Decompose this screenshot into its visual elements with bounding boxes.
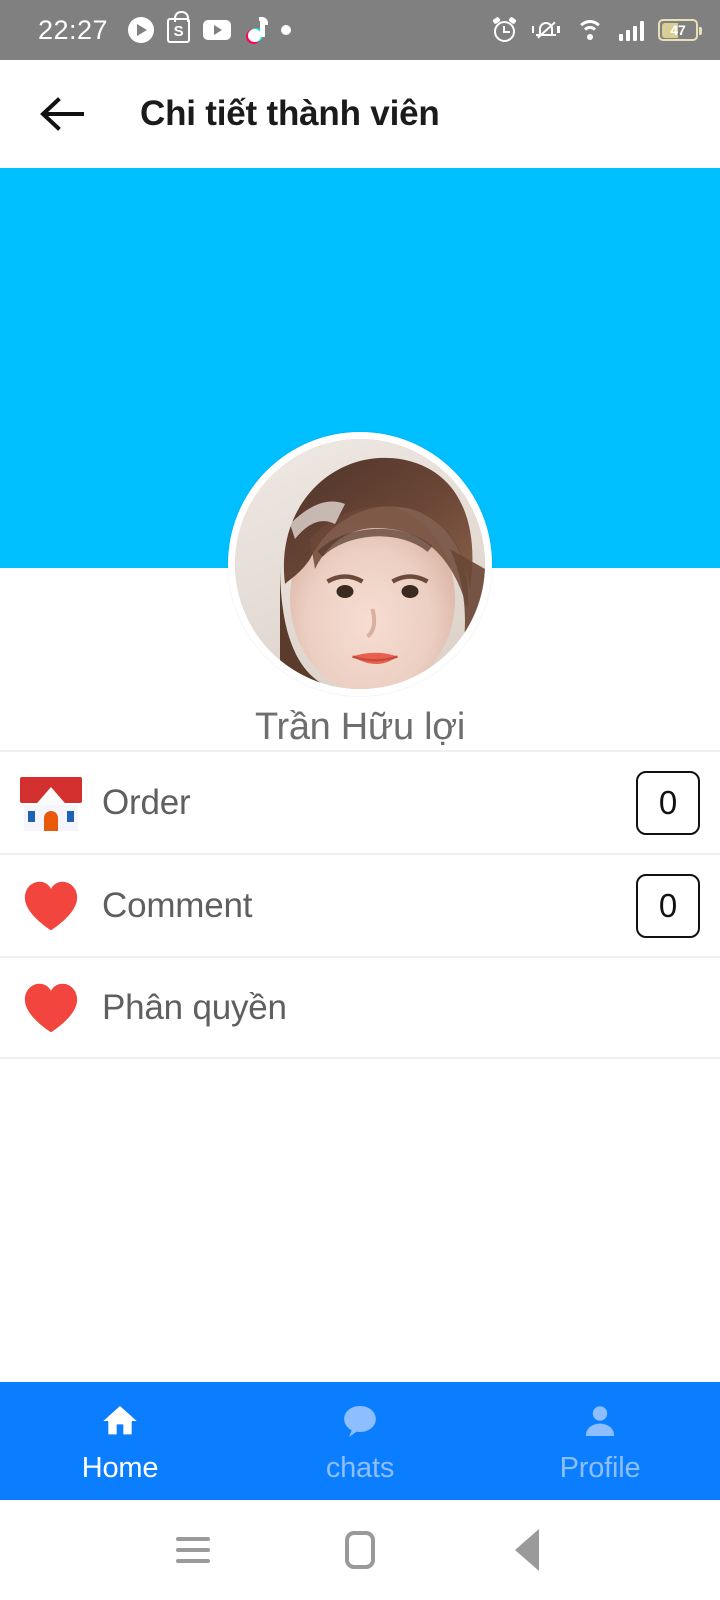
status-system-icons: 47 [491, 15, 702, 43]
bottom-navigation: Home chats Profile [0, 1382, 720, 1500]
phone-screen: 22:27 S 47 Chi tiết thành viên Trần Hữu … [0, 0, 720, 1600]
alarm-icon [491, 15, 517, 43]
list-item-comment[interactable]: Comment 0 [0, 853, 720, 956]
heart-emoji-icon [14, 878, 88, 934]
app-bar: Chi tiết thành viên [0, 60, 720, 168]
page-title: Chi tiết thành viên [140, 94, 440, 133]
system-recents-button[interactable] [158, 1515, 228, 1585]
system-navigation-bar [0, 1500, 720, 1600]
play-icon [128, 17, 155, 43]
comment-count-badge[interactable]: 0 [636, 873, 700, 938]
status-notification-icons: S [128, 10, 292, 44]
nav-label-home: Home [81, 1451, 159, 1484]
system-back-button[interactable] [492, 1515, 562, 1585]
list-item-label: Order [102, 782, 191, 822]
list-item-order[interactable]: Order 0 [0, 750, 720, 853]
list-item-label: Comment [102, 885, 253, 925]
nav-tab-chats[interactable]: chats [240, 1382, 480, 1500]
back-arrow-icon [40, 97, 84, 131]
back-triangle-icon [514, 1529, 539, 1571]
back-button[interactable] [30, 83, 92, 145]
heart-emoji-icon [14, 980, 88, 1036]
status-bar: 22:27 S 47 [0, 0, 720, 60]
order-count-badge[interactable]: 0 [636, 770, 700, 835]
chat-bubble-icon [338, 1398, 382, 1444]
shopee-icon: S [167, 10, 191, 43]
nav-tab-home[interactable]: Home [0, 1382, 240, 1500]
nav-label-chats: chats [325, 1451, 395, 1484]
detail-list: Order 0 Comment 0 Phân quyền [0, 750, 720, 1382]
person-glyph [585, 1405, 615, 1436]
battery-icon: 47 [658, 19, 702, 41]
avatar-illustration [235, 439, 485, 689]
avatar[interactable] [228, 432, 492, 696]
signal-icon [618, 19, 644, 41]
battery-level: 47 [670, 22, 686, 38]
wifi-icon [575, 18, 605, 42]
system-home-button[interactable] [325, 1515, 395, 1585]
tiktok-icon [244, 16, 269, 44]
heart-shape [24, 881, 78, 930]
dot-icon [281, 25, 292, 35]
nav-tab-profile[interactable]: Profile [480, 1382, 720, 1500]
person-icon [578, 1398, 622, 1444]
house-emoji-icon [14, 775, 88, 831]
nav-label-profile: Profile [559, 1451, 641, 1484]
home-icon [98, 1398, 142, 1444]
heart-shape [24, 983, 78, 1032]
chat-glyph [344, 1405, 376, 1437]
menu-icon [176, 1537, 211, 1563]
avatar-photo [235, 439, 485, 689]
list-item-label: Phân quyền [102, 987, 287, 1027]
home-glyph [103, 1405, 137, 1434]
mute-bell-icon [531, 18, 561, 43]
youtube-icon [203, 20, 232, 40]
profile-section: Trần Hữu lợi [0, 168, 720, 750]
profile-name: Trần Hữu lợi [254, 706, 466, 748]
home-square-icon [344, 1531, 375, 1569]
list-item-phan-quyen[interactable]: Phân quyền [0, 956, 720, 1059]
status-clock: 22:27 [38, 14, 109, 45]
